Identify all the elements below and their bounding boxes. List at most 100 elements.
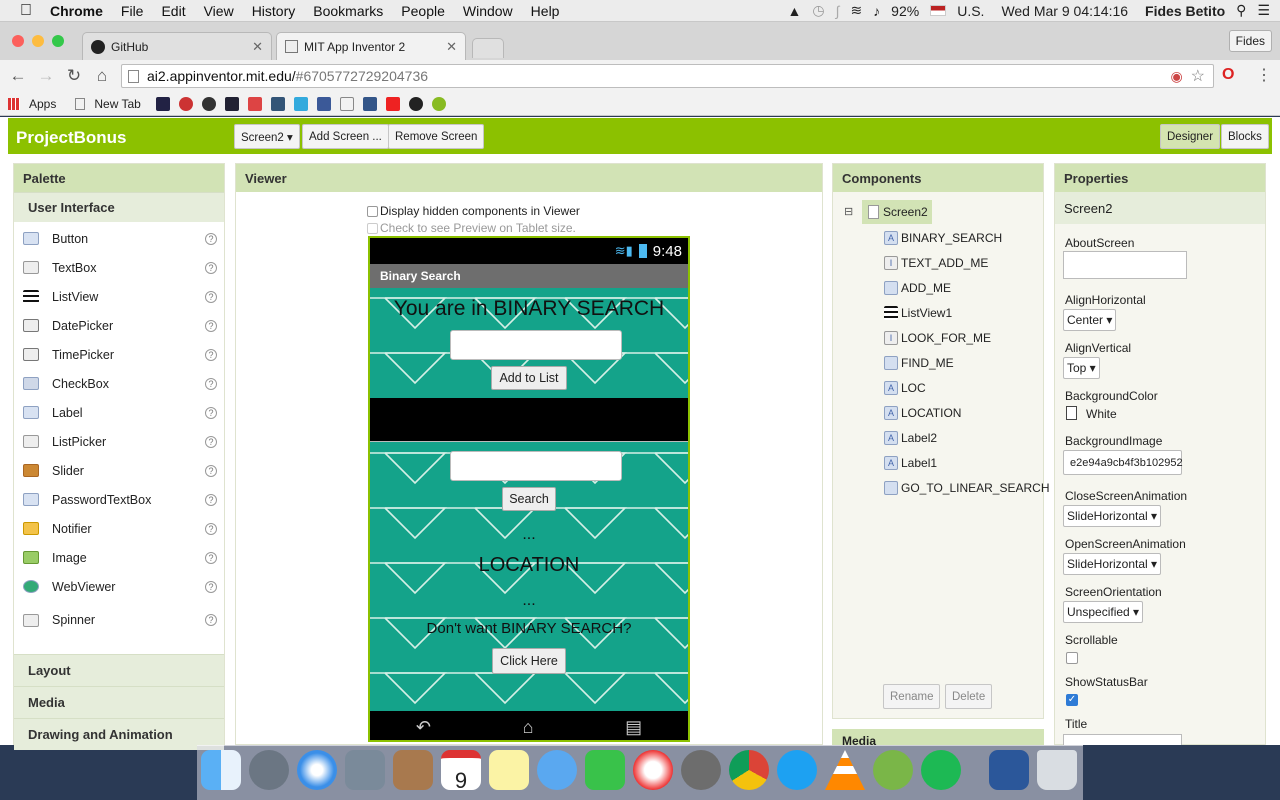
tree-item-find-me[interactable]: FIND_ME [884, 353, 954, 373]
palette-notifier[interactable]: Notifier? [14, 514, 224, 543]
menu-bookmarks[interactable]: Bookmarks [304, 3, 392, 19]
tree-item-binary-search[interactable]: A BINARY_SEARCH [884, 228, 1002, 248]
delete-button[interactable]: Delete [945, 684, 993, 709]
help-icon[interactable]: ? [205, 493, 217, 506]
palette-timepicker[interactable]: TimePicker? [14, 340, 224, 369]
messages-icon[interactable] [537, 750, 577, 790]
help-icon[interactable]: ? [205, 290, 217, 303]
about-screen-textarea[interactable] [1063, 251, 1187, 279]
bookmark-twitter-icon[interactable] [293, 96, 308, 111]
close-window-icon[interactable] [12, 35, 24, 47]
help-icon[interactable]: ? [205, 377, 217, 390]
bookmark-new-tab[interactable]: New Tab [94, 97, 140, 111]
menu-people[interactable]: People [392, 3, 454, 19]
bookmark-gmail-icon[interactable] [247, 96, 262, 111]
menu-file[interactable]: File [112, 3, 153, 19]
volume-icon[interactable]: ♪ [873, 3, 880, 19]
tree-item-label1[interactable]: A Label1 [884, 453, 937, 473]
system-preferences-icon[interactable] [681, 750, 721, 790]
safari-icon[interactable] [297, 750, 337, 790]
spotify-icon[interactable] [921, 750, 961, 790]
apple-icon[interactable]:  [0, 2, 41, 20]
preview-icon[interactable] [345, 750, 385, 790]
chrome-icon[interactable] [729, 750, 769, 790]
palette-spinner[interactable]: Spinner? [14, 601, 224, 639]
palette-passwordtextbox[interactable]: PasswordTextBox? [14, 485, 224, 514]
tablet-preview-option[interactable]: Check to see Preview on Tablet size. [367, 221, 576, 235]
help-icon[interactable]: ? [205, 551, 217, 564]
palette-section-user-interface[interactable]: User Interface [14, 192, 224, 222]
title-field[interactable] [1063, 734, 1182, 745]
zoom-window-icon[interactable] [52, 35, 64, 47]
tab-app-inventor[interactable]: MIT App Inventor 2 ✕ [276, 32, 466, 60]
flag-icon[interactable] [930, 5, 947, 16]
bookmark-apps[interactable]: Apps [29, 97, 56, 111]
tree-item-listview1[interactable]: ListView1 [884, 303, 952, 323]
align-vertical-select[interactable]: Top ▾ [1063, 357, 1100, 379]
palette-image[interactable]: Image? [14, 543, 224, 572]
media-panel-header[interactable]: Media [832, 729, 1044, 745]
palette-section-layout[interactable]: Layout [14, 654, 224, 686]
palette-datepicker[interactable]: DatePicker? [14, 311, 224, 340]
menu-app-name[interactable]: Chrome [41, 3, 112, 19]
scrollable-checkbox[interactable] [1066, 652, 1078, 664]
spotlight-icon[interactable]: ⚲ [1236, 2, 1246, 19]
user-name[interactable]: Fides Betito [1145, 3, 1225, 19]
tree-item-add-me[interactable]: ADD_ME [884, 278, 951, 298]
close-animation-select[interactable]: SlideHorizontal ▾ [1063, 505, 1162, 527]
bookmark-yelp-icon[interactable] [178, 96, 193, 111]
notes-icon[interactable] [489, 750, 529, 790]
help-icon[interactable]: ? [205, 261, 217, 274]
bluetooth-icon[interactable]: ∫ [836, 3, 840, 19]
bookmark-page-icon[interactable] [339, 96, 354, 111]
tree-item-text-add-me[interactable]: I TEXT_ADD_ME [884, 253, 988, 273]
facetime-icon[interactable] [585, 750, 625, 790]
bookmark-mail-icon[interactable] [224, 96, 239, 111]
back-icon[interactable]: ← [4, 66, 32, 86]
menu-history[interactable]: History [243, 3, 305, 19]
time-machine-icon[interactable]: ◷ [812, 2, 824, 19]
look-for-me-input[interactable] [450, 451, 622, 481]
palette-label[interactable]: Label? [14, 398, 224, 427]
trash-icon[interactable] [1037, 750, 1077, 790]
home-icon[interactable]: ⌂ [88, 66, 116, 86]
tree-root-screen2[interactable]: Screen2 [862, 200, 932, 224]
show-hidden-checkbox[interactable] [367, 205, 378, 217]
close-tab-icon[interactable]: ✕ [252, 39, 263, 55]
help-icon[interactable]: ? [205, 348, 217, 361]
bookmark-spotify-icon[interactable] [431, 96, 446, 111]
menu-view[interactable]: View [195, 3, 243, 19]
menu-help[interactable]: Help [522, 3, 569, 19]
twitter-icon[interactable] [777, 750, 817, 790]
show-status-bar-checkbox[interactable]: ✓ [1066, 694, 1078, 706]
background-color-value[interactable]: White [1086, 407, 1117, 421]
palette-slider[interactable]: Slider? [14, 456, 224, 485]
clock[interactable]: Wed Mar 9 04:14:16 [1001, 3, 1128, 19]
bookmark-library-icon[interactable] [155, 96, 170, 111]
apps-icon[interactable] [8, 97, 20, 110]
search-button[interactable]: Search [502, 487, 556, 511]
menu-edit[interactable]: Edit [152, 3, 194, 19]
contacts-icon[interactable] [393, 750, 433, 790]
chrome-menu-icon[interactable]: ⋮ [1256, 65, 1272, 85]
word-document-icon[interactable] [989, 750, 1029, 790]
help-icon[interactable]: ? [205, 614, 217, 626]
menu-window[interactable]: Window [454, 3, 522, 19]
designer-button[interactable]: Designer [1160, 124, 1221, 149]
reload-icon[interactable]: ↻ [60, 66, 88, 86]
palette-section-media[interactable]: Media [14, 686, 224, 718]
bookmark-github-icon[interactable] [408, 96, 423, 111]
help-icon[interactable]: ? [205, 522, 217, 535]
forward-icon[interactable]: → [32, 66, 60, 86]
show-hidden-option[interactable]: Display hidden components in Viewer [367, 204, 580, 218]
palette-textbox[interactable]: TextBox? [14, 253, 224, 282]
go-to-linear-search-button[interactable]: Click Here [492, 648, 566, 674]
help-icon[interactable]: ? [205, 464, 217, 477]
wifi-icon[interactable]: ≋ [850, 2, 862, 19]
tree-item-look-for-me[interactable]: I LOOK_FOR_ME [884, 328, 991, 348]
remove-screen-button[interactable]: Remove Screen [388, 124, 485, 149]
align-horizontal-select[interactable]: Center ▾ [1063, 309, 1117, 331]
calendar-icon[interactable]: 9 [441, 750, 481, 793]
tree-item-go-to-linear-search[interactable]: GO_TO_LINEAR_SEARCH [884, 478, 1050, 498]
bookmark-link-icon[interactable] [362, 96, 377, 111]
